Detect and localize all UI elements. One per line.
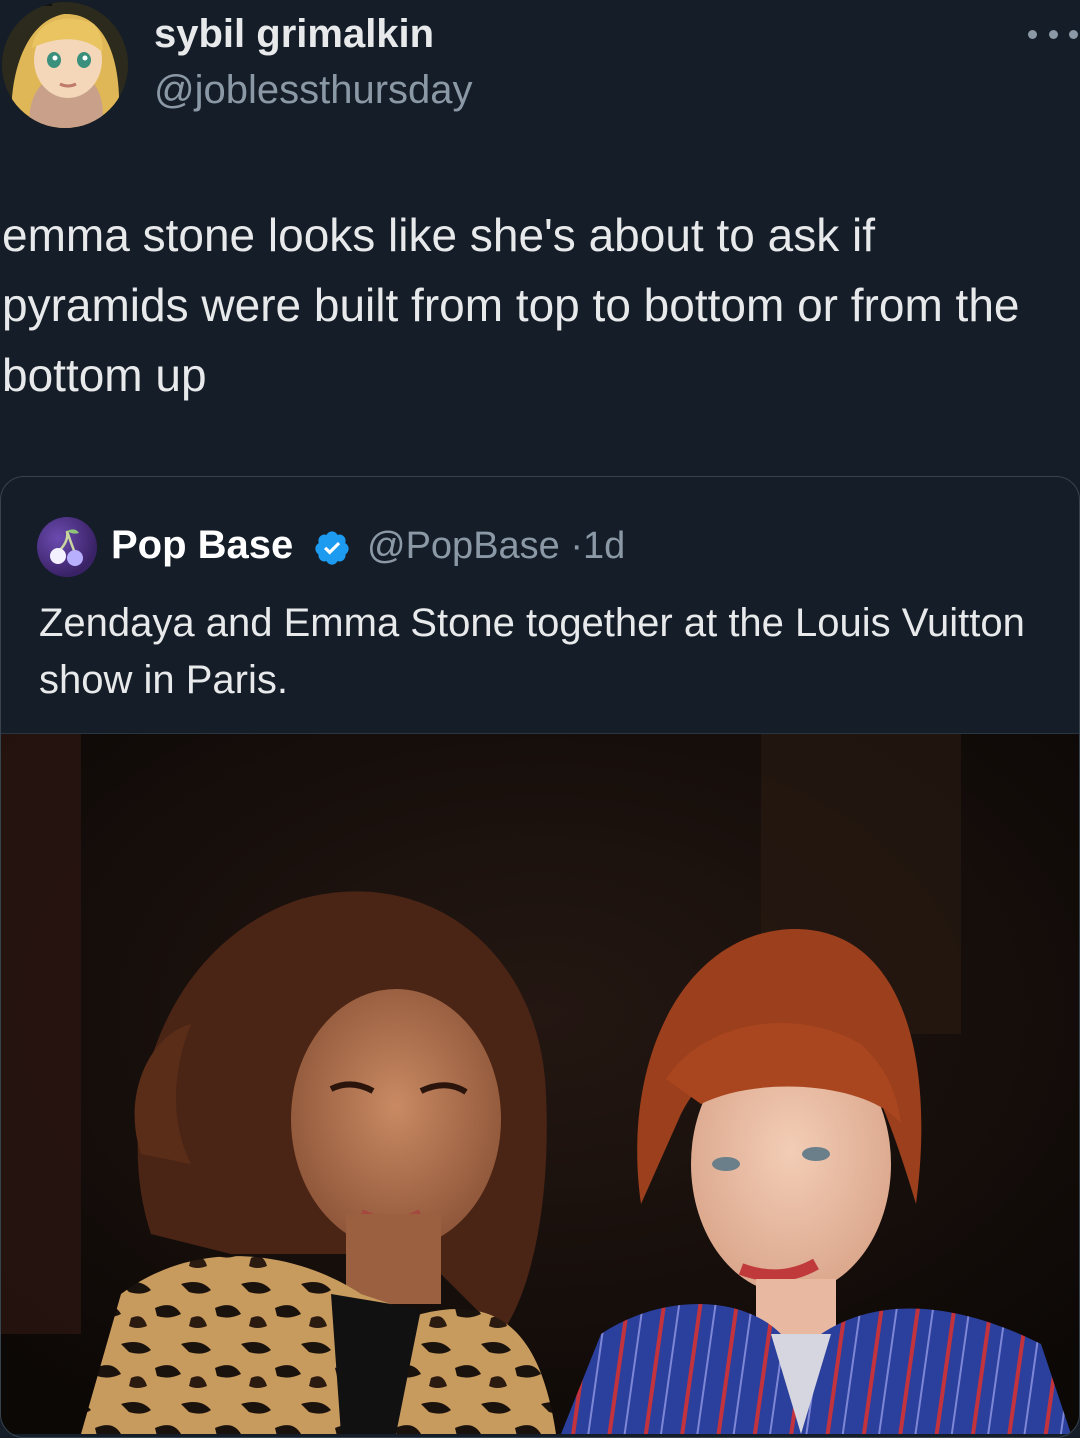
tweet: sybil grimalkin @joblessthursday emma st… [0, 0, 1080, 1438]
quoted-tweet-text: Zendaya and Emma Stone together at the L… [39, 601, 1025, 702]
quoted-timestamp[interactable]: 1d [583, 525, 625, 567]
user-avatar[interactable] [2, 2, 128, 128]
more-options-button[interactable] [1028, 22, 1078, 46]
quoted-user-handle[interactable]: @PopBase [367, 525, 560, 567]
user-handle[interactable]: @joblessthursday [154, 68, 473, 113]
cherry-icon [50, 529, 83, 566]
quoted-display-name[interactable]: Pop Base [111, 523, 293, 568]
quoted-handle-and-time: @PopBase ·1d [367, 525, 625, 568]
verified-badge-icon [315, 531, 349, 565]
separator-dot: · [570, 525, 584, 567]
tweet-text: emma stone looks like she's about to ask… [2, 209, 1020, 401]
photo-of-two-women [1, 734, 1079, 1434]
display-name[interactable]: sybil grimalkin [154, 12, 434, 57]
more-options-icon [1028, 29, 1037, 39]
quoted-tweet-photo[interactable] [1, 733, 1079, 1434]
more-options-dot [1048, 29, 1058, 39]
quoted-tweet-card[interactable]: Pop Base @PopBase ·1d Zendaya and Emma S… [0, 476, 1080, 1438]
more-options-dot [1069, 29, 1078, 39]
quoted-user-avatar[interactable] [37, 517, 97, 577]
zelda-avatar-icon [2, 2, 128, 128]
